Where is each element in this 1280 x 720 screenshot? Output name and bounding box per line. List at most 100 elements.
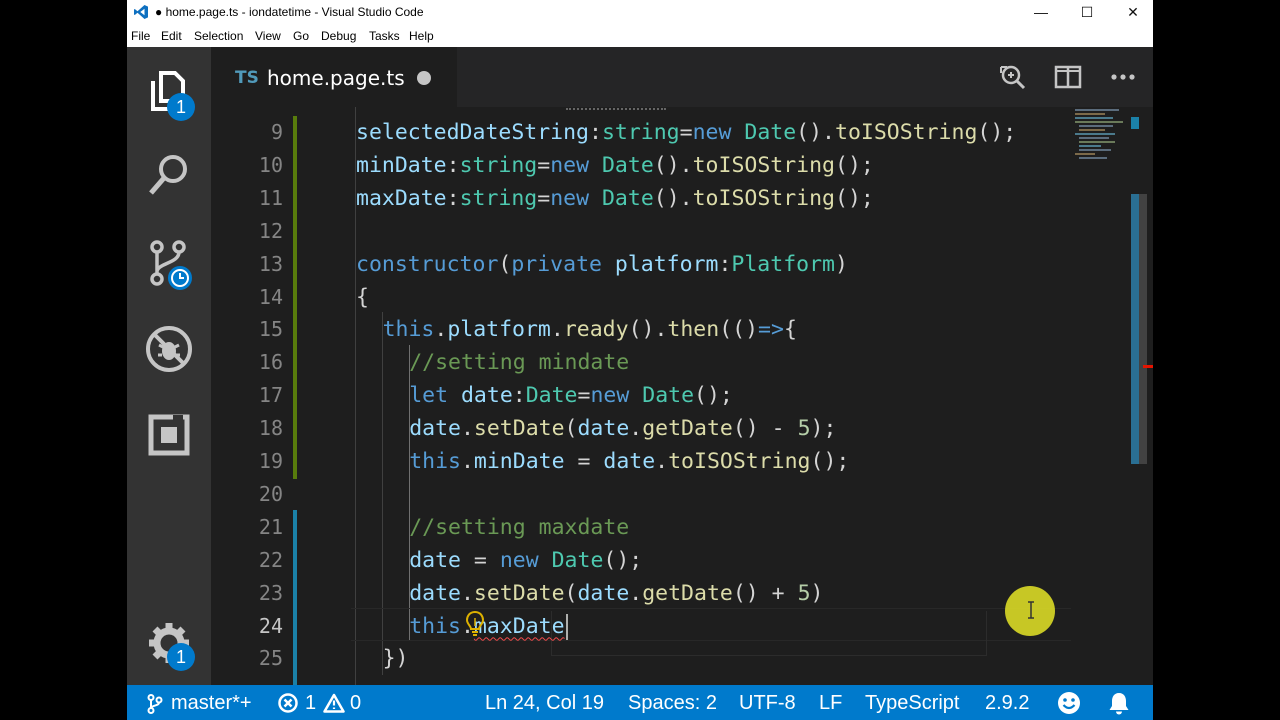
typescript-version[interactable]: 2.9.2 xyxy=(985,692,1029,715)
code-token: ); xyxy=(810,416,837,442)
minimize-button[interactable]: — xyxy=(1018,0,1064,25)
notifications-bell-icon[interactable] xyxy=(1107,691,1131,715)
menu-tasks[interactable]: Tasks xyxy=(369,29,400,43)
code-text[interactable]: { xyxy=(356,281,369,314)
code-token: minDate xyxy=(356,152,447,178)
code-line[interactable]: 15 this.platform.ready().then(()=>{ xyxy=(211,313,1071,346)
code-text[interactable]: }) xyxy=(383,642,409,675)
code-text[interactable]: //setting mindate xyxy=(409,346,629,379)
code-line[interactable]: 17 let date:Date=new Date(); xyxy=(211,379,1071,412)
code-token: new xyxy=(550,152,590,178)
menu-debug[interactable]: Debug xyxy=(321,29,356,43)
open-changes-icon[interactable] xyxy=(999,63,1027,91)
debug-view-button[interactable] xyxy=(127,309,211,389)
code-line[interactable]: 23 date.setDate(date.getDate() + 5) xyxy=(211,577,1071,610)
branch-status[interactable]: master*+ xyxy=(171,692,252,715)
menu-selection[interactable]: Selection xyxy=(194,29,243,43)
source-control-button[interactable] xyxy=(127,223,211,303)
line-number: 20 xyxy=(258,481,283,506)
code-text[interactable]: constructor(private platform:Platform) xyxy=(356,248,848,281)
feedback-smiley-icon[interactable] xyxy=(1057,691,1081,715)
code-token: { xyxy=(356,284,369,310)
code-token: : xyxy=(446,185,460,211)
code-text[interactable]: selectedDateString:string=new Date().toI… xyxy=(356,116,1016,149)
code-token: (); xyxy=(694,383,733,409)
code-text[interactable]: //setting maxdate xyxy=(409,511,629,544)
menu-bar: File Edit Selection View Go Debug Tasks … xyxy=(127,25,1153,48)
code-line[interactable]: 19 this.minDate = date.toISOString(); xyxy=(211,445,1071,478)
code-line[interactable]: 22 date = new Date(); xyxy=(211,544,1071,577)
vertical-scrollbar[interactable] xyxy=(1131,107,1153,685)
split-editor-icon[interactable] xyxy=(1054,63,1082,91)
code-token: Date xyxy=(525,383,578,409)
line-number: 12 xyxy=(258,218,283,243)
code-text[interactable]: minDate:string=new Date().toISOString(); xyxy=(356,149,874,182)
code-text[interactable]: date.setDate(date.getDate() - 5); xyxy=(409,412,836,445)
cursor-position[interactable]: Ln 24, Col 19 xyxy=(485,692,604,715)
code-line[interactable]: 11 maxDate:string=new Date().toISOString(… xyxy=(211,182,1071,215)
language-mode[interactable]: TypeScript xyxy=(865,692,959,715)
code-token: = xyxy=(577,383,591,409)
code-line[interactable]: 24 this.maxDate xyxy=(211,610,1071,643)
code-token: 5 xyxy=(797,416,811,442)
code-line[interactable]: 9 selectedDateString:string=new Date().to… xyxy=(211,116,1071,149)
code-text[interactable]: let date:Date=new Date(); xyxy=(409,379,733,412)
indentation-status[interactable]: Spaces: 2 xyxy=(628,692,717,715)
code-token: getDate xyxy=(642,416,733,442)
activity-bar: 1 1 xyxy=(127,47,211,685)
more-actions-icon[interactable] xyxy=(1109,63,1137,91)
menu-file[interactable]: File xyxy=(131,29,150,43)
maximize-button[interactable]: ☐ xyxy=(1064,0,1110,25)
code-line[interactable]: 10 minDate:string=new Date().toISOString(… xyxy=(211,149,1071,182)
code-line[interactable]: 18 date.setDate(date.getDate() - 5); xyxy=(211,412,1071,445)
warning-count[interactable]: 0 xyxy=(350,692,361,715)
close-button[interactable]: ✕ xyxy=(1110,0,1153,25)
code-line[interactable]: 21 //setting maxdate xyxy=(211,511,1071,544)
error-icon[interactable] xyxy=(278,693,298,713)
error-count[interactable]: 1 xyxy=(305,692,316,715)
code-text[interactable]: this.minDate = date.toISOString(); xyxy=(409,445,849,478)
code-line[interactable]: 14 { xyxy=(211,281,1071,314)
code-text[interactable]: date.setDate(date.getDate() + 5) xyxy=(409,577,823,610)
code-text[interactable]: maxDate:string=new Date().toISOString(); xyxy=(356,182,874,215)
extensions-button[interactable] xyxy=(127,395,211,475)
code-token: ) xyxy=(834,251,848,277)
code-line[interactable]: 20 xyxy=(211,478,1071,511)
line-number: 17 xyxy=(258,383,283,408)
code-token: Date xyxy=(601,152,654,178)
code-token: : xyxy=(718,251,732,277)
lightbulb-icon[interactable] xyxy=(464,610,486,636)
code-line[interactable]: 13 constructor(private platform:Platform) xyxy=(211,248,1071,281)
line-number: 13 xyxy=(258,251,283,276)
eol-status[interactable]: LF xyxy=(819,692,842,715)
menu-help[interactable]: Help xyxy=(409,29,434,43)
explorer-button[interactable]: 1 xyxy=(127,51,211,131)
manage-button[interactable]: 1 xyxy=(127,603,211,683)
menu-view[interactable]: View xyxy=(255,29,281,43)
menu-go[interactable]: Go xyxy=(293,29,309,43)
tab-home-page-ts[interactable]: TS home.page.ts xyxy=(211,47,457,107)
line-number: 19 xyxy=(258,449,283,473)
code-token: (); xyxy=(835,152,874,178)
code-line[interactable]: 16 //setting mindate xyxy=(211,346,1071,379)
code-text[interactable]: date = new Date(); xyxy=(409,544,642,577)
unsaved-dot-icon[interactable] xyxy=(417,71,431,85)
search-view-button[interactable] xyxy=(127,135,211,215)
code-line[interactable]: 25}) xyxy=(211,642,1071,675)
code-token: date xyxy=(603,449,656,474)
encoding-status[interactable]: UTF-8 xyxy=(739,692,796,715)
line-number: 16 xyxy=(258,350,283,375)
minimap[interactable] xyxy=(1071,107,1131,177)
code-token: Date xyxy=(551,547,604,573)
menu-edit[interactable]: Edit xyxy=(161,29,182,43)
warning-icon[interactable] xyxy=(323,693,345,713)
code-token: (). xyxy=(796,120,835,145)
code-token: constructor xyxy=(356,251,499,277)
code-token: date xyxy=(577,416,630,442)
code-text[interactable]: this.maxDate xyxy=(409,610,568,643)
code-token: . xyxy=(434,317,448,343)
code-line[interactable]: 12 xyxy=(211,215,1071,248)
code-text[interactable]: this.platform.ready().then(()=>{ xyxy=(383,313,797,346)
